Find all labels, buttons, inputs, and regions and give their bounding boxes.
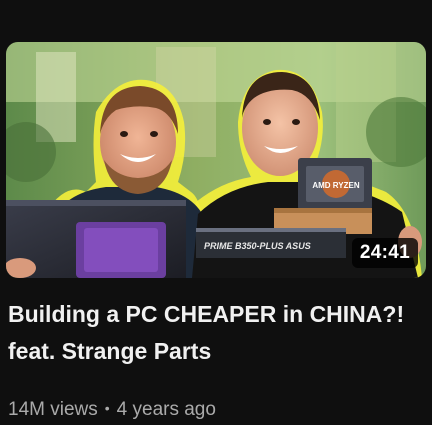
video-title[interactable]: Building a PC CHEAPER in CHINA?! feat. S… — [8, 296, 418, 370]
meta-separator: • — [104, 400, 110, 416]
video-card[interactable]: AMD RYZEN PRIME B350-PLUS ASUS 24:41 Bui… — [0, 0, 432, 425]
video-metadata: 14M views • 4 years ago — [8, 395, 216, 423]
view-count: 14M views — [8, 399, 98, 420]
duration-badge: 24:41 — [351, 238, 418, 268]
upload-age: 4 years ago — [116, 399, 216, 420]
cpu-box-label: AMD RYZEN — [312, 181, 359, 190]
motherboard-box-label: PRIME B350-PLUS ASUS — [204, 241, 311, 251]
video-thumbnail[interactable]: AMD RYZEN PRIME B350-PLUS ASUS 24:41 — [6, 42, 426, 278]
